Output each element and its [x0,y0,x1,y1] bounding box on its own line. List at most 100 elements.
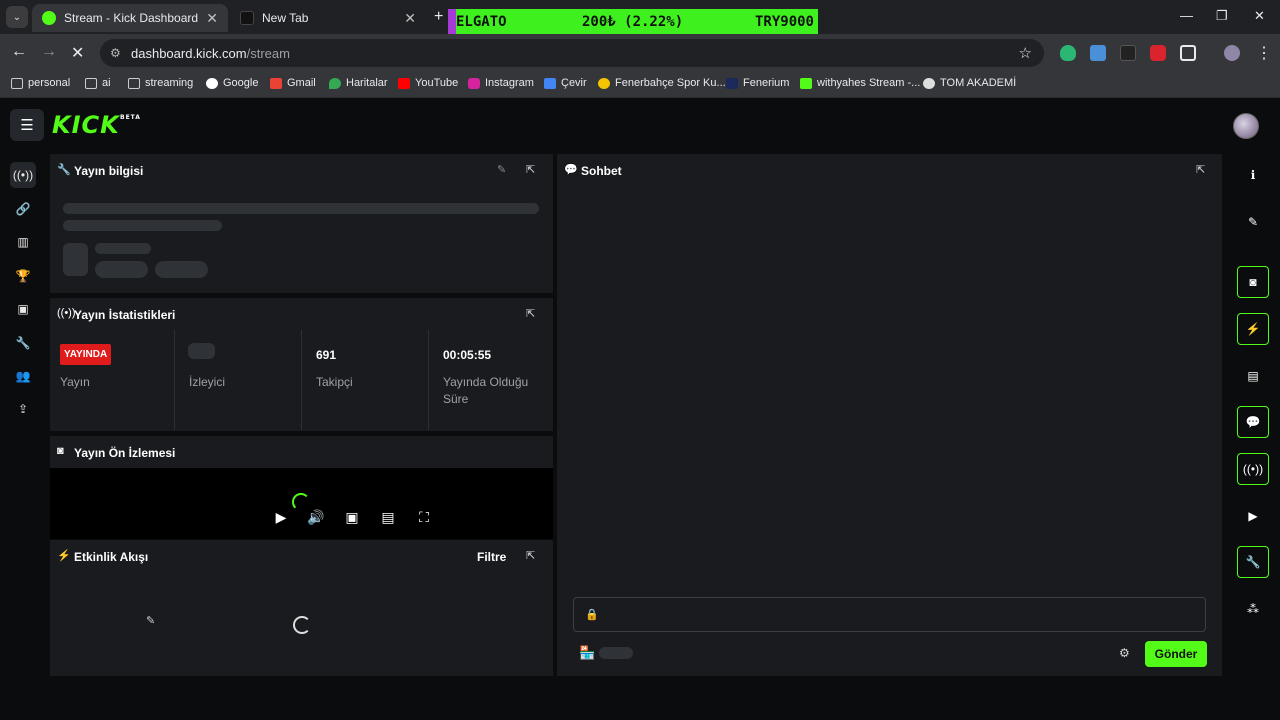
bookmark-link[interactable]: Google [206,77,258,89]
nav-community[interactable]: 👥 [10,363,36,389]
fenerbahce-icon [598,77,610,89]
translate-icon [544,77,556,89]
nav-creator[interactable]: ⇪ [10,396,36,422]
loading-skeleton [188,343,215,359]
close-window-icon[interactable]: ✕ [1254,8,1265,24]
ticker-accent-bar [448,9,456,35]
hosting-button[interactable]: ▶ [1237,500,1269,532]
nav-tools[interactable]: 🔧 [10,330,36,356]
forward-arrow-icon[interactable]: → [41,43,57,61]
bookmark-link[interactable]: Fenerbahçe Spor Ku... [598,77,726,89]
picture-in-picture-icon[interactable]: ▣ [343,509,361,526]
tab-title: Stream - Kick Dashboard [64,11,199,25]
bookmark-link[interactable]: Gmail [270,77,316,89]
chat-message-input[interactable]: 🔒 [573,597,1206,632]
chat-bubble-icon: 💬 [1245,415,1261,429]
chat-settings-gear-icon[interactable]: ⚙ [1119,646,1130,660]
loading-skeleton [95,243,151,254]
popout-icon[interactable]: ⇱ [526,549,535,562]
tools-toggle-button[interactable]: 🔧 [1237,546,1269,578]
film-icon: ▣ [17,302,29,316]
stat-uptime: 00:05:55 Yayında Olduğu Süre [428,330,553,430]
bookmark-link[interactable]: Instagram [468,77,534,89]
bookmark-folder[interactable]: ai [85,77,111,89]
edit-pencil-icon[interactable]: ✎ [497,163,506,176]
stats-toggle-button[interactable]: ((•)) [1237,453,1269,485]
google-icon [206,77,218,89]
bookmark-link[interactable]: TOM AKADEMİ [923,77,1016,89]
bookmark-link[interactable]: Çevir [544,77,587,89]
bookmark-link[interactable]: Fenerium [726,77,789,89]
filter-button[interactable]: Filtre [477,550,506,564]
broadcast-icon: ((•)) [1242,462,1264,476]
address-bar[interactable]: ⚙ dashboard.kick.com/stream ☆ [100,39,1044,67]
panel-title: Yayın bilgisi [74,164,144,178]
edit-button[interactable]: ✎ [1237,206,1269,238]
nav-analytics[interactable]: ▥ [10,229,36,255]
notes-button[interactable]: ▤ [1237,360,1269,392]
tab-search-button[interactable]: ⌄ [6,6,28,28]
nav-stream[interactable]: ((•)) [10,162,36,188]
hamburger-icon: ☰ [20,117,34,134]
fullscreen-icon[interactable]: ⛶ [415,509,433,526]
menu-toggle-button[interactable]: ☰ [10,109,44,141]
youtube-extension-icon[interactable] [1150,45,1166,61]
panel-title: Sohbet [581,164,622,178]
preview-icon: ◙ [57,445,64,457]
loading-skeleton [63,243,88,276]
live-badge: YAYINDA [60,344,112,365]
loading-skeleton [63,203,539,214]
stop-loading-icon[interactable]: ✕ [71,43,84,63]
play-icon[interactable]: ▶ [272,509,290,526]
extensions-puzzle-icon[interactable] [1180,45,1196,61]
bookmark-folder[interactable]: streaming [128,77,193,89]
bookmark-folder[interactable]: personal [11,77,70,89]
shield-extension-icon[interactable] [1060,45,1076,61]
stat-stream-status: YAYINDA Yayın [50,330,174,430]
user-avatar[interactable] [1233,113,1259,139]
chat-bubble-icon: 💬 [564,164,578,176]
volume-icon[interactable]: 🔊 [307,509,325,526]
kick-logo[interactable]: KICK BETA [52,111,140,139]
bookmarks-bar: personal ai streaming Google Gmail Harit… [0,72,1280,98]
info-button[interactable]: ℹ [1237,159,1269,191]
tab-kick-dashboard[interactable]: Stream - Kick Dashboard ✕ [32,4,228,32]
new-tab-button[interactable]: + [434,8,443,26]
nav-achievements[interactable]: 🏆 [10,263,36,289]
url-text[interactable]: dashboard.kick.com/stream [131,46,290,61]
bookmark-star-icon[interactable]: ☆ [1019,44,1032,62]
popout-icon[interactable]: ⇱ [1196,163,1205,176]
close-tab-icon[interactable]: ✕ [404,10,416,27]
back-arrow-icon[interactable]: ← [11,43,27,61]
bookmark-link[interactable]: Haritalar [329,77,388,89]
store-icon[interactable]: 🏪 [579,645,595,661]
document-icon: ▤ [1247,369,1259,383]
maps-icon [329,77,341,89]
nav-links[interactable]: 🔗 [10,196,36,222]
stream-stats-panel: ((•)) Yayın İstatistikleri ⇱ YAYINDA Yay… [50,298,553,431]
chat-toggle-button[interactable]: 💬 [1237,406,1269,438]
site-info-icon[interactable]: ⚙ [110,46,121,60]
minimize-icon[interactable]: — [1180,8,1193,23]
more-widgets-button[interactable]: ⁂ [1237,593,1269,625]
theater-mode-icon[interactable]: ▤ [379,509,397,526]
popout-icon[interactable]: ⇱ [526,163,535,176]
close-tab-icon[interactable]: ✕ [206,10,218,27]
profile-avatar-icon[interactable] [1224,45,1240,61]
activity-toggle-button[interactable]: ⚡ [1237,313,1269,345]
address-toolbar: ← → ✕ ⚙ dashboard.kick.com/stream ☆ [0,34,1280,72]
right-toolbar: ℹ ✎ ◙ ⚡ ▤ 💬 ((•)) ▶ 🔧 ⁂ [1229,153,1280,680]
nav-videos[interactable]: ▣ [10,296,36,322]
send-button[interactable]: Gönder [1145,641,1207,667]
tab-new-tab[interactable]: New Tab ✕ [230,4,426,32]
restore-icon[interactable]: ❐ [1216,8,1228,24]
lock-icon: 🔒 [585,609,599,621]
stat-value: 691 [316,348,337,362]
translate-extension-icon[interactable] [1090,45,1106,61]
preview-toggle-button[interactable]: ◙ [1237,266,1269,298]
browser-menu-icon[interactable]: ⋮ [1256,43,1272,63]
extension-icon[interactable] [1120,45,1136,61]
left-sidebar: ((•)) 🔗 ▥ 🏆 ▣ 🔧 👥 ⇪ [0,155,46,435]
bookmark-link[interactable]: YouTube [398,77,458,89]
bookmark-link[interactable]: withyahes Stream -... [800,77,920,89]
